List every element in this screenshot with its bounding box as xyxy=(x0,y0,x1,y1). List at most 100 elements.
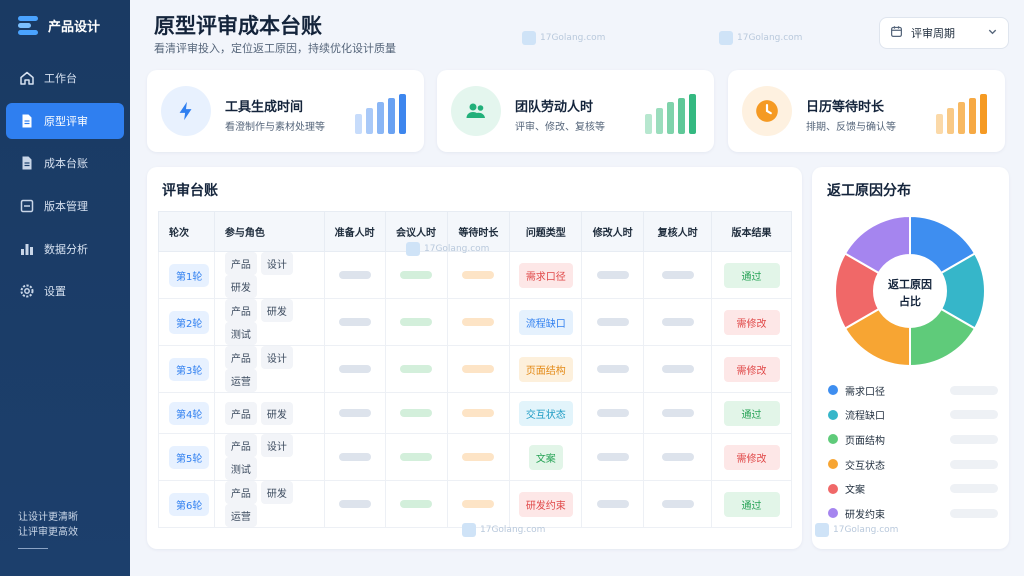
placeholder-value-bar xyxy=(462,364,495,373)
column-header[interactable]: 问题类型 xyxy=(509,211,583,252)
role-tag: 设计 xyxy=(260,346,293,369)
brand[interactable]: 产品设计 xyxy=(18,14,100,36)
clock-icon xyxy=(742,86,792,136)
table-row[interactable]: 第3轮 产品 设计运营 页面结构 需修改 xyxy=(158,345,792,393)
legend-item[interactable]: 研发约束 xyxy=(828,501,998,526)
legend-color-dot xyxy=(828,409,838,420)
kpi-subtitle: 评审、修改、复核等 xyxy=(515,122,605,133)
sidebar-item-4[interactable]: 版本管理 xyxy=(6,188,124,224)
issue-type-tag: 页面结构 xyxy=(518,356,573,382)
table-cell xyxy=(446,392,511,434)
column-header[interactable]: 轮次 xyxy=(158,211,215,252)
legend-item[interactable]: 文案 xyxy=(828,476,998,501)
role-tag: 设计 xyxy=(260,252,293,275)
table-cell: 需修改 xyxy=(711,298,792,346)
table-cell xyxy=(384,480,448,528)
table-cell: 研发约束 xyxy=(509,480,583,528)
page-title: 原型评审成本台账 xyxy=(154,14,322,38)
role-tag: 测试 xyxy=(224,322,257,345)
column-header[interactable]: 参与角色 xyxy=(213,211,325,252)
legend-color-dot xyxy=(828,483,838,494)
table-cell xyxy=(446,480,511,528)
placeholder-value-bar xyxy=(400,408,433,417)
legend-item[interactable]: 流程缺口 xyxy=(828,403,998,428)
table-cell xyxy=(581,480,645,528)
table-row[interactable]: 第2轮 产品 研发测试 流程缺口 需修改 xyxy=(158,298,792,346)
table-cell: 产品 设计运营 xyxy=(213,345,325,393)
column-header[interactable]: 复核人时 xyxy=(643,211,713,252)
role-tag: 产品 xyxy=(224,299,257,322)
document-icon xyxy=(19,113,35,129)
table-cell: 产品 研发测试 xyxy=(213,298,325,346)
sidebar-item-6[interactable]: 设置 xyxy=(6,273,124,309)
ledger-title: 评审台账 xyxy=(162,183,218,199)
slogan-divider xyxy=(18,548,48,549)
table-cell: 需求口径 xyxy=(509,251,583,299)
column-header[interactable]: 准备人时 xyxy=(323,211,386,252)
table-row[interactable]: 第5轮 产品 设计测试 文案 需修改 xyxy=(158,433,792,481)
donut-legend: 需求口径 流程缺口 页面结构 交互状态 文案 研发约束 xyxy=(828,378,998,526)
kpi-sparkbars xyxy=(936,94,987,134)
page-subtitle: 看清评审投入，定位返工原因，持续优化设计质量 xyxy=(154,42,396,55)
placeholder-value-bar xyxy=(950,508,998,518)
slogan-line-1: 让设计更清晰 xyxy=(18,512,78,523)
placeholder-value-bar xyxy=(400,317,433,326)
watermark-text: 17Golang.com xyxy=(833,525,899,535)
table-cell: 第6轮 xyxy=(158,480,215,528)
table-cell xyxy=(581,345,645,393)
app-name: 产品设计 xyxy=(48,19,101,35)
kpi-card[interactable]: 团队劳动人时 评审、修改、复核等 xyxy=(437,70,714,152)
watermark-logo-icon xyxy=(815,523,829,537)
watermark-logo-icon xyxy=(462,523,476,537)
table-cell: 页面结构 xyxy=(509,345,583,393)
column-header[interactable]: 版本结果 xyxy=(711,211,792,252)
table-cell xyxy=(643,345,713,393)
table-cell: 第5轮 xyxy=(158,433,215,481)
ledger-table: 轮次 参与角色 准备人时 会议人时 等待时长 问题类型 修改人时 复核人时 版本结果 第1轮 产品… xyxy=(158,211,792,528)
placeholder-value-bar xyxy=(338,408,371,417)
sidebar-item-1[interactable]: 工作台 xyxy=(6,60,124,96)
review-period-select[interactable]: 评审周期 xyxy=(879,17,1009,49)
table-cell xyxy=(323,480,386,528)
table-cell xyxy=(446,298,511,346)
version-result-tag: 通过 xyxy=(723,491,780,517)
sidebar-item-label: 设置 xyxy=(44,285,66,299)
kpi-sparkbar xyxy=(355,114,362,134)
role-tag: 研发 xyxy=(260,481,293,504)
placeholder-value-bar xyxy=(596,499,629,508)
table-row[interactable]: 第6轮 产品 研发运营 研发约束 通过 xyxy=(158,480,792,528)
placeholder-value-bar xyxy=(462,408,495,417)
sidebar-item-2[interactable]: 原型评审 xyxy=(6,102,124,139)
sidebar-item-3[interactable]: 成本台账 xyxy=(6,145,124,181)
table-cell: 产品 设计测试 xyxy=(213,433,325,481)
table-cell xyxy=(323,345,386,393)
round-tag: 第3轮 xyxy=(169,357,210,381)
table-row[interactable]: 第4轮 产品 研发 交互状态 通过 xyxy=(158,392,792,434)
placeholder-value-bar xyxy=(596,270,629,279)
legend-item[interactable]: 页面结构 xyxy=(828,427,998,452)
placeholder-value-bar xyxy=(661,499,694,508)
kpi-sparkbar xyxy=(645,114,652,134)
kpi-card[interactable]: 日历等待时长 排期、反馈与确认等 xyxy=(728,70,1005,152)
table-row[interactable]: 第1轮 产品 设计研发 需求口径 通过 xyxy=(158,251,792,299)
sidebar-item-label: 版本管理 xyxy=(44,200,88,214)
sidebar-item-label: 原型评审 xyxy=(44,114,88,128)
table-cell xyxy=(581,433,645,481)
column-header[interactable]: 修改人时 xyxy=(581,211,645,252)
placeholder-value-bar xyxy=(338,499,371,508)
kpi-card[interactable]: 工具生成时间 看澄制作与素材处理等 xyxy=(147,70,424,152)
kpi-sparkbar xyxy=(377,102,384,134)
kpi-sparkbar xyxy=(678,98,685,134)
table-cell: 第4轮 xyxy=(158,392,215,434)
donut-center xyxy=(874,255,946,327)
placeholder-value-bar xyxy=(661,270,694,279)
sidebar-item-5[interactable]: 数据分析 xyxy=(6,231,124,267)
round-tag: 第4轮 xyxy=(169,401,210,425)
version-result-tag: 通过 xyxy=(723,262,780,288)
version-result-tag: 需修改 xyxy=(723,356,780,382)
placeholder-value-bar xyxy=(661,317,694,326)
legend-item[interactable]: 交互状态 xyxy=(828,452,998,477)
placeholder-value-bar xyxy=(950,434,998,444)
placeholder-value-bar xyxy=(661,364,694,373)
legend-item[interactable]: 需求口径 xyxy=(828,378,998,403)
